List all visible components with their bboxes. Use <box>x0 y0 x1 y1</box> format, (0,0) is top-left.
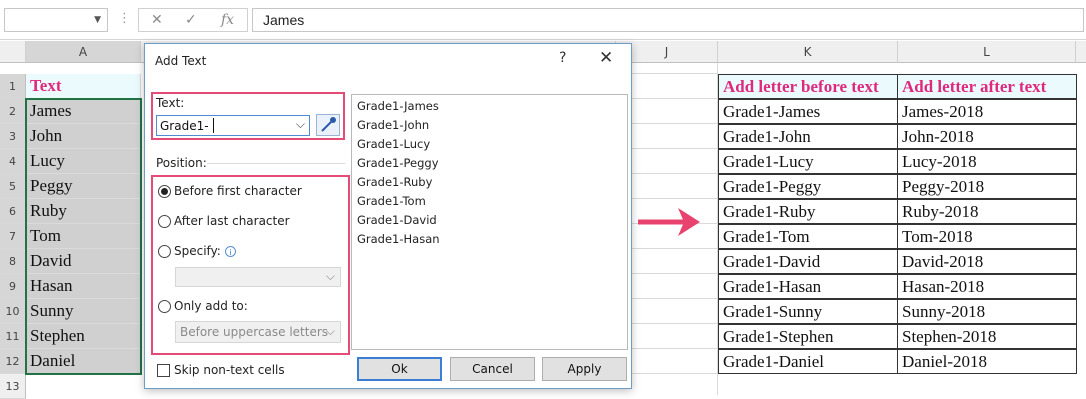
cell-k-value[interactable]: Grade1-Daniel <box>718 349 898 374</box>
row-header[interactable]: 2 <box>0 99 26 124</box>
dialog-title: Add Text <box>155 54 207 68</box>
row-header[interactable]: 8 <box>0 249 26 274</box>
only-add-to-dropdown: Before uppercase letters ⌵ <box>175 321 341 343</box>
radio-after-last[interactable] <box>158 215 171 228</box>
radio-specify[interactable] <box>158 245 171 258</box>
text-input-value: Grade1- <box>160 119 209 133</box>
cell-k-value[interactable]: Grade1-Lucy <box>718 149 898 174</box>
row-header[interactable]: 5 <box>0 174 26 199</box>
chevron-down-icon[interactable]: ⌵ <box>296 117 305 132</box>
radio-before-first[interactable] <box>158 185 171 198</box>
chevron-down-icon: ⌵ <box>325 324 335 338</box>
cell-k-value[interactable]: Grade1-James <box>718 99 898 124</box>
cell-l-value[interactable]: Lucy-2018 <box>897 149 1077 174</box>
formula-bar: ▼ ⋮ ✕ ✓ fx James <box>0 0 1086 40</box>
cell-k1[interactable]: Add letter before text <box>718 74 898 99</box>
preview-item: Grade1-Hasan <box>357 232 440 246</box>
row-header[interactable]: 3 <box>0 124 26 149</box>
right-arrow-icon <box>638 208 700 236</box>
cell-k-value[interactable]: Grade1-Stephen <box>718 324 898 349</box>
cancel-button[interactable]: Cancel <box>450 357 535 381</box>
preview-item: Grade1-Ruby <box>357 175 433 189</box>
cell-k-value[interactable]: Grade1-Ruby <box>718 199 898 224</box>
text-combobox[interactable]: Grade1- ⌵ <box>156 115 310 136</box>
cell-l-value[interactable]: Sunny-2018 <box>897 299 1077 324</box>
preview-item: Grade1-James <box>357 99 439 113</box>
row-header[interactable]: 6 <box>0 199 26 224</box>
more-dots-icon: ⋮ <box>118 11 131 26</box>
ok-button[interactable]: Ok <box>357 357 442 381</box>
cell-l-value[interactable]: Tom-2018 <box>897 224 1077 249</box>
apply-button[interactable]: Apply <box>542 357 627 381</box>
column-header-k[interactable]: K <box>718 41 898 63</box>
preview-item: Grade1-David <box>357 213 437 227</box>
eyedropper-icon <box>321 117 336 132</box>
label-specify[interactable]: Specify: <box>174 244 221 258</box>
cell-k-value[interactable]: Grade1-Sunny <box>718 299 898 324</box>
cell-l1[interactable]: Add letter after text <box>897 74 1077 99</box>
formula-input[interactable]: James <box>252 8 1084 32</box>
close-icon[interactable]: ✕ <box>599 48 613 68</box>
specify-dropdown: ⌵ <box>175 267 341 287</box>
skip-non-text-label[interactable]: Skip non-text cells <box>174 363 285 377</box>
name-box[interactable]: ▼ <box>4 8 108 32</box>
cell-k-value[interactable]: Grade1-Peggy <box>718 174 898 199</box>
help-icon[interactable]: ? <box>559 50 566 66</box>
cell-l-value[interactable]: Peggy-2018 <box>897 174 1077 199</box>
pick-cell-button[interactable] <box>316 114 340 136</box>
preview-list[interactable]: Grade1-James Grade1-John Grade1-Lucy Grade1… <box>351 94 628 350</box>
row-header[interactable]: 7 <box>0 224 26 249</box>
row-header[interactable]: 4 <box>0 149 26 174</box>
select-all-corner[interactable] <box>0 41 26 63</box>
row-header[interactable]: 11 <box>0 324 26 349</box>
fx-icon[interactable]: fx <box>221 12 234 28</box>
column-header-l[interactable]: L <box>898 41 1076 63</box>
row-header[interactable]: 12 <box>0 349 26 374</box>
text-label: Text: <box>156 96 185 110</box>
cell-l-value[interactable]: Stephen-2018 <box>897 324 1077 349</box>
position-label: Position: <box>156 156 207 170</box>
chevron-down-icon: ⌵ <box>325 269 335 283</box>
cell-l-value[interactable]: Hasan-2018 <box>897 274 1077 299</box>
preview-item: Grade1-Lucy <box>357 137 431 151</box>
only-add-to-value: Before uppercase letters <box>180 325 329 339</box>
preview-item: Grade1-Tom <box>357 194 426 208</box>
position-divider <box>207 163 345 164</box>
text-cursor <box>213 118 214 133</box>
cell-k-value[interactable]: Grade1-John <box>718 124 898 149</box>
cell-a1[interactable]: Text <box>26 74 141 99</box>
preview-item: Grade1-John <box>357 118 430 132</box>
cell-l-value[interactable]: David-2018 <box>897 249 1077 274</box>
selection-border <box>25 98 142 375</box>
label-before-first[interactable]: Before first character <box>174 184 302 198</box>
cell-k-value[interactable]: Grade1-Hasan <box>718 274 898 299</box>
add-text-dialog: Add Text ? ✕ Text: Grade1- ⌵ Position: B… <box>144 43 632 389</box>
row-header[interactable]: 9 <box>0 274 26 299</box>
info-icon[interactable]: i <box>225 246 236 257</box>
preview-item: Grade1-Peggy <box>357 156 439 170</box>
column-header-a[interactable]: A <box>26 41 141 63</box>
row-header[interactable]: 1 <box>0 74 26 99</box>
radio-only-add-to[interactable] <box>158 300 171 313</box>
cell-l-value[interactable]: Ruby-2018 <box>897 199 1077 224</box>
skip-non-text-checkbox[interactable] <box>157 364 170 377</box>
cancel-icon[interactable]: ✕ <box>151 12 163 28</box>
cell-k-value[interactable]: Grade1-Tom <box>718 224 898 249</box>
chevron-down-icon[interactable]: ▼ <box>94 15 101 25</box>
cell-l-value[interactable]: John-2018 <box>897 124 1077 149</box>
row-header[interactable]: 13 <box>0 374 26 399</box>
label-after-last[interactable]: After last character <box>174 214 290 228</box>
cell-l-value[interactable]: James-2018 <box>897 99 1077 124</box>
enter-icon[interactable]: ✓ <box>185 12 197 28</box>
row-header[interactable]: 10 <box>0 299 26 324</box>
formula-buttons: ✕ ✓ fx <box>138 8 248 32</box>
cell-k-value[interactable]: Grade1-David <box>718 249 898 274</box>
label-only-add-to[interactable]: Only add to: <box>174 299 248 313</box>
cell-l-value[interactable]: Daniel-2018 <box>897 349 1077 374</box>
